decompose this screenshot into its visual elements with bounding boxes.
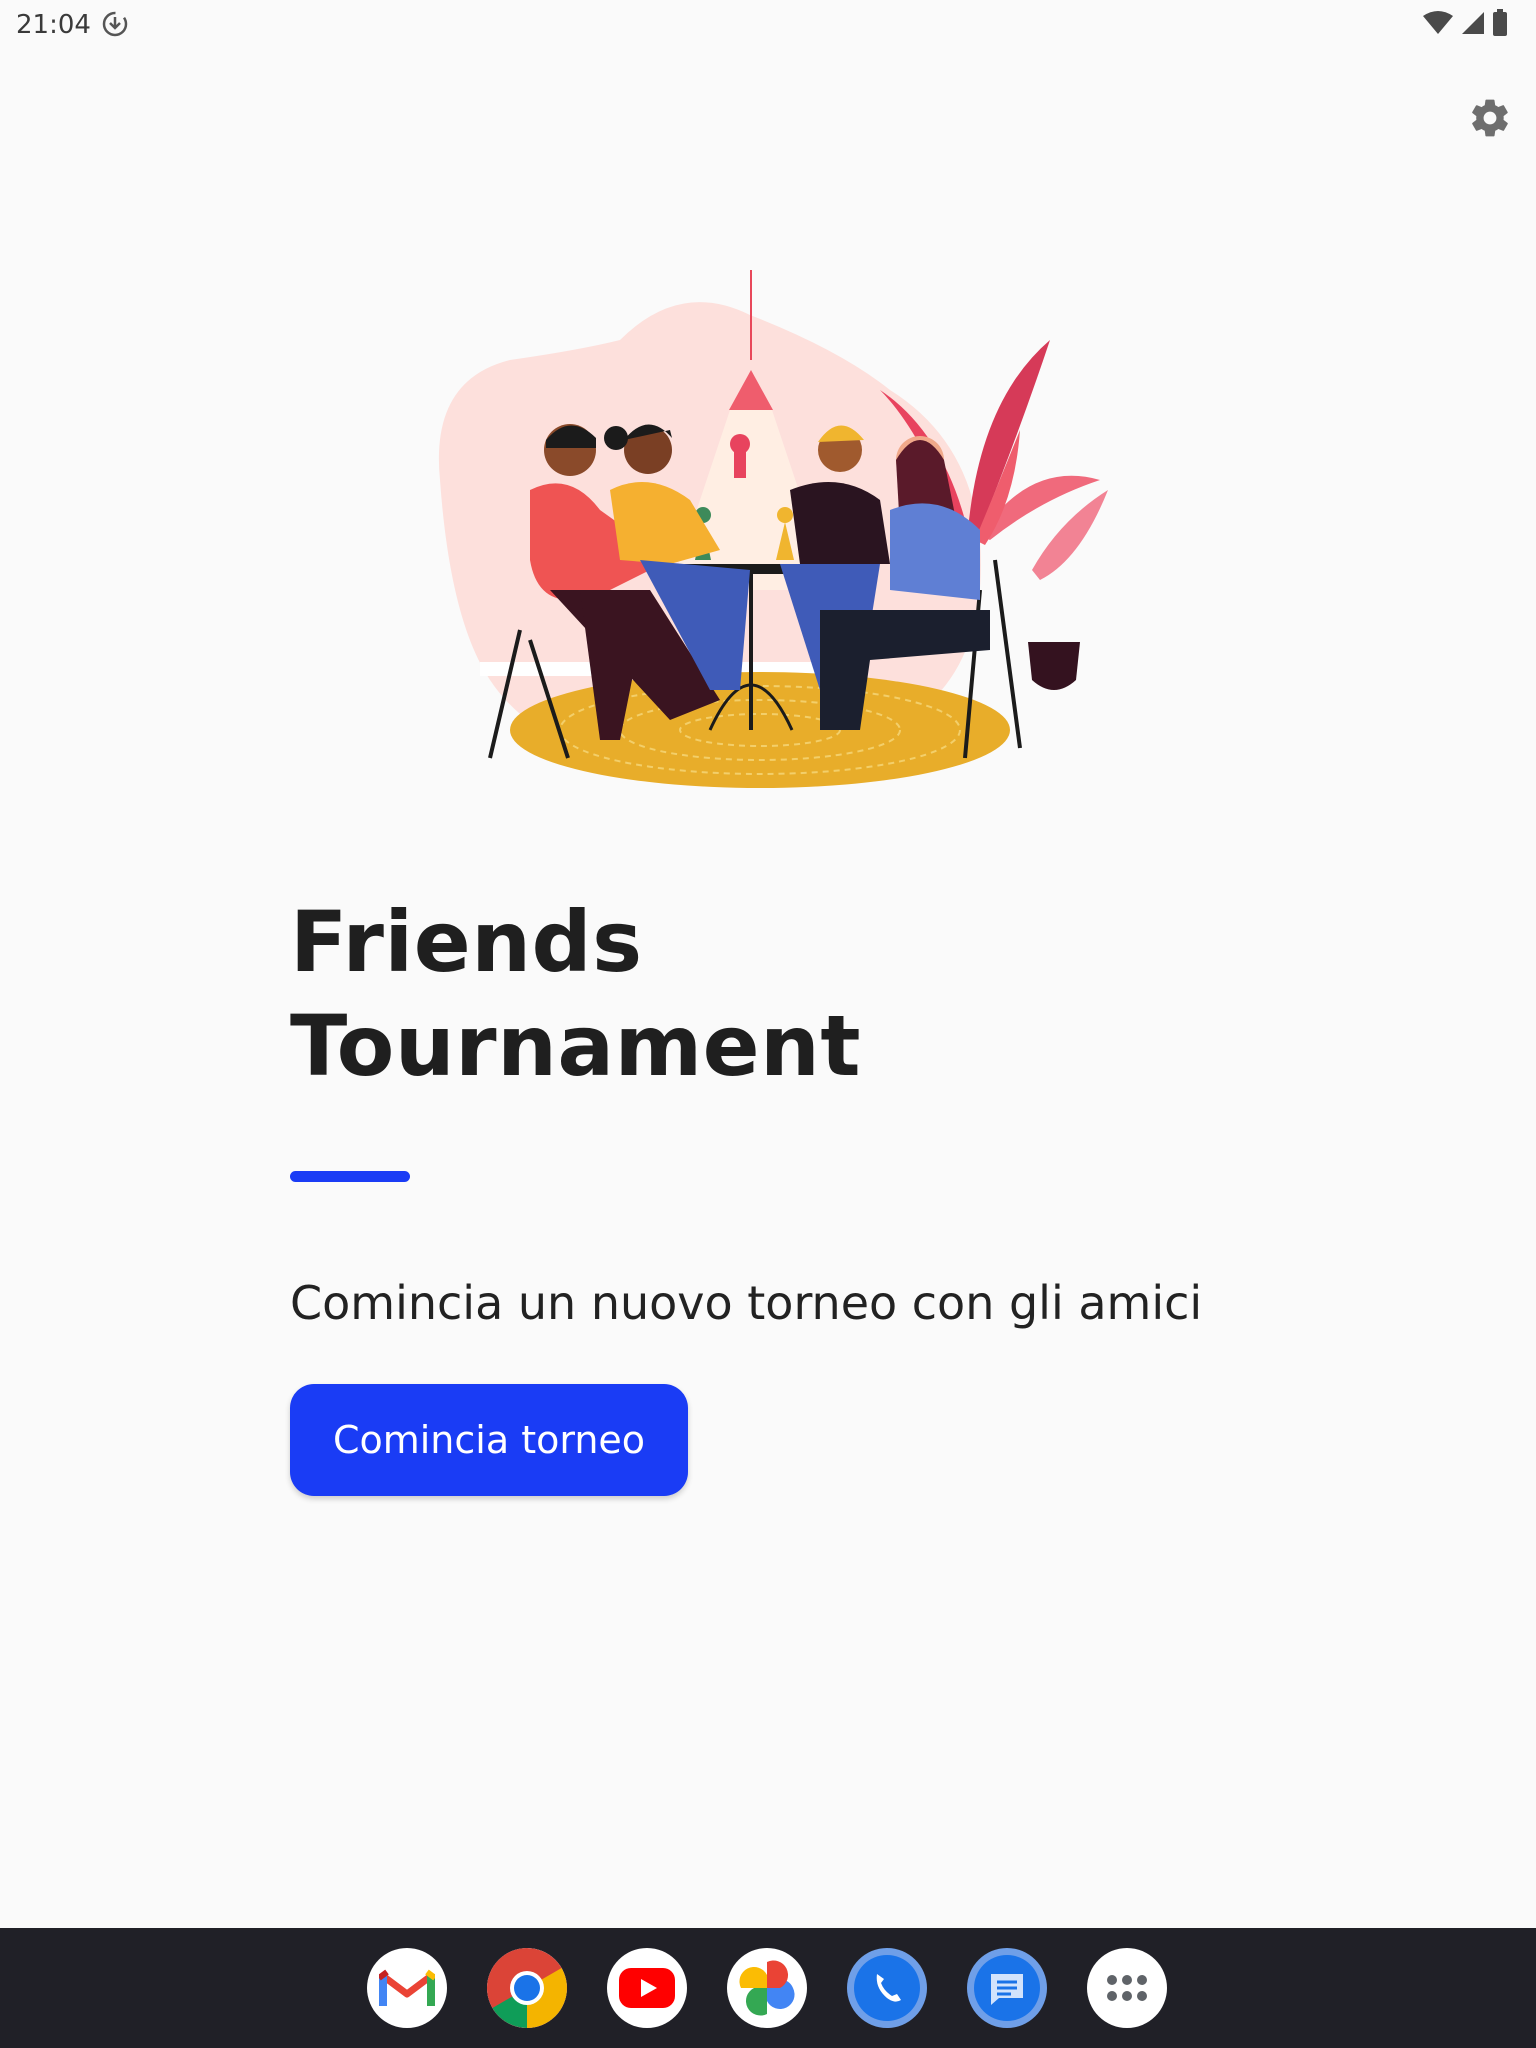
title-accent-bar <box>290 1171 410 1182</box>
app-drawer-icon[interactable] <box>1087 1948 1167 2028</box>
chrome-icon[interactable] <box>487 1948 567 2028</box>
youtube-icon[interactable] <box>607 1948 687 2028</box>
settings-button[interactable] <box>1466 96 1514 144</box>
messages-icon[interactable] <box>967 1948 1047 2028</box>
page-title: Friends Tournament <box>290 890 1190 1098</box>
friends-board-game-illustration <box>420 260 1120 820</box>
signal-icon <box>1460 10 1486 41</box>
battery-icon <box>1492 9 1508 42</box>
app-dock <box>367 1948 1167 2028</box>
wifi-icon <box>1422 10 1454 41</box>
download-status-icon <box>100 9 130 39</box>
status-time: 21:04 <box>16 10 91 40</box>
gmail-icon[interactable] <box>367 1948 447 2028</box>
phone-icon[interactable] <box>847 1948 927 2028</box>
start-tournament-button[interactable]: Comincia torneo <box>290 1384 688 1496</box>
gear-icon <box>1468 96 1512 145</box>
photos-icon[interactable] <box>727 1948 807 2028</box>
app-screen: 21:04 Friends Tournament Comincia un nuo… <box>0 0 1536 2048</box>
page-title-line-2: Tournament <box>290 997 862 1095</box>
page-title-line-1: Friends <box>290 893 643 991</box>
status-bar: 21:04 <box>0 0 1536 48</box>
subtitle: Comincia un nuovo torneo con gli amici <box>290 1276 1203 1330</box>
taskbar <box>0 1928 1536 2048</box>
status-icons <box>1422 9 1508 42</box>
